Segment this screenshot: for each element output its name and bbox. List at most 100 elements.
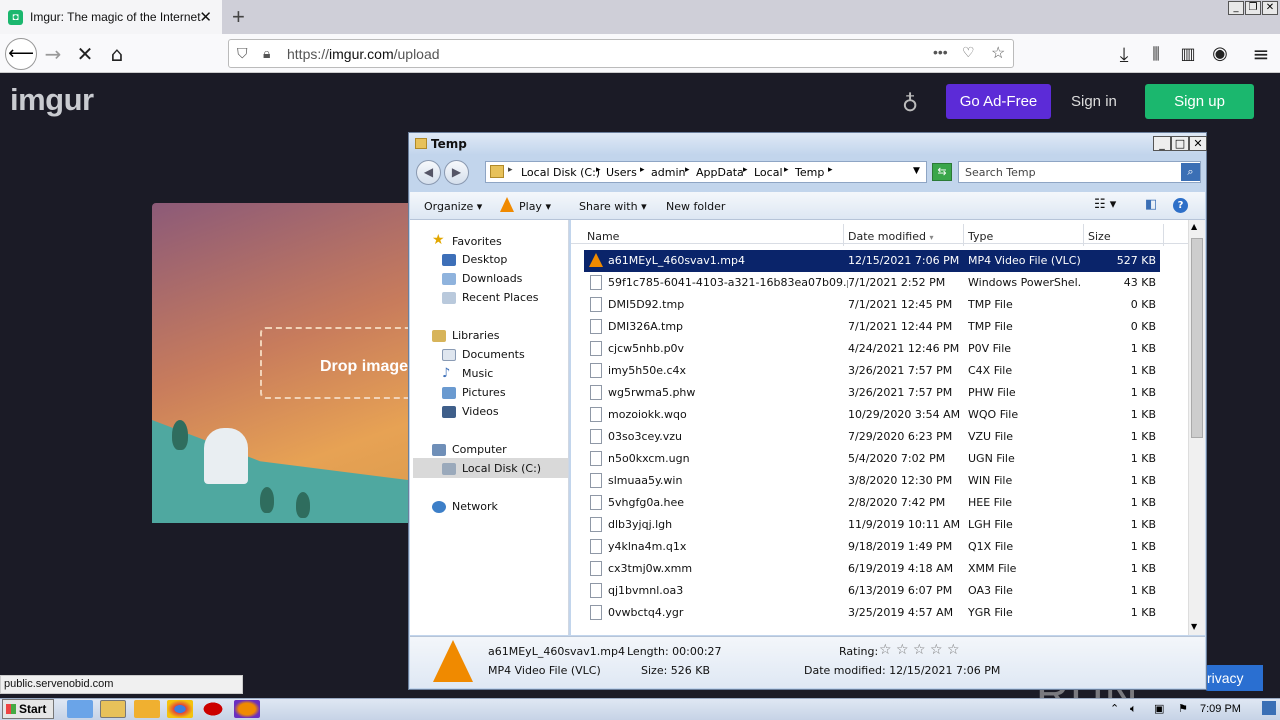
breadcrumb[interactable]: ▸ Local Disk (C:) ▸ Users ▸ admin ▸ AppD… <box>485 161 927 183</box>
file-row[interactable]: imy5h50e.c4x 3/26/2021 7:57 PM C4X File 1 K… <box>584 360 1160 382</box>
file-row[interactable]: wg5rwma5.phw 3/26/2021 7:57 PM PHW File 1 K… <box>584 382 1160 404</box>
vertical-scrollbar[interactable]: ▲ ▼ <box>1188 220 1205 635</box>
file-row[interactable]: 0vwbctq4.ygr 3/25/2019 4:57 AM YGR File 1 K… <box>584 602 1160 624</box>
nav-music[interactable]: ♪ Music <box>442 367 493 381</box>
tab-imgur[interactable]: ◘ Imgur: The magic of the Internet ✕ <box>0 0 222 34</box>
breadcrumb-item[interactable]: Temp <box>795 166 824 179</box>
chevron-right-icon[interactable]: ▸ <box>640 165 645 175</box>
nav-pictures[interactable]: Pictures <box>442 386 506 399</box>
view-options-icon[interactable]: ☷ ▾ <box>1094 197 1116 212</box>
share-with-button[interactable]: Share with ▾ <box>579 200 647 213</box>
nav-videos[interactable]: Videos <box>442 405 499 418</box>
file-row[interactable]: 59f1c785-6041-4103-a321-16b83ea07b09.ps1… <box>584 272 1160 294</box>
account-icon[interactable]: ◉ <box>1208 42 1232 66</box>
file-row[interactable]: qj1bvmnl.oa3 6/13/2019 6:07 PM OA3 File 1 K… <box>584 580 1160 602</box>
firefox-icon[interactable] <box>234 700 260 718</box>
url-bar[interactable]: ⛉ 🔒︎ https://imgur.com/upload ••• ♡ ☆ <box>228 39 1014 68</box>
sidebar-icon[interactable]: ▥ <box>1176 42 1200 66</box>
file-row[interactable]: cjcw5nhb.p0v 4/24/2021 12:46 PM P0V File 1 … <box>584 338 1160 360</box>
refresh-icon[interactable]: ⇆ <box>932 163 952 181</box>
column-date-modified[interactable]: Date modified ▾ <box>848 230 933 243</box>
nav-downloads[interactable]: Downloads <box>442 272 522 285</box>
file-row[interactable]: DMI326A.tmp 7/1/2021 12:44 PM TMP File 0 KB <box>584 316 1160 338</box>
column-size[interactable]: Size <box>1088 230 1111 243</box>
explorer-titlebar[interactable]: Temp <box>409 133 1206 155</box>
go-ad-free-button[interactable]: Go Ad-Free <box>946 84 1051 119</box>
show-desktop-icon[interactable] <box>1262 701 1276 715</box>
explorer-close-button[interactable]: ✕ <box>1189 136 1207 151</box>
chevron-right-icon[interactable]: ▸ <box>508 165 513 175</box>
media-player-icon[interactable] <box>134 700 160 718</box>
ie-icon[interactable] <box>67 700 93 718</box>
chevron-right-icon[interactable]: ▸ <box>685 165 690 175</box>
chevron-right-icon[interactable]: ▸ <box>743 165 748 175</box>
file-row[interactable]: mozoiokk.wqo 10/29/2020 3:54 AM WQO File 1 … <box>584 404 1160 426</box>
minimize-button[interactable]: _ <box>1228 1 1244 15</box>
forward-button[interactable]: → <box>41 42 65 66</box>
explorer-back-button[interactable]: ◀ <box>416 160 441 185</box>
nav-recent-places[interactable]: Recent Places <box>442 291 539 304</box>
file-row[interactable]: cx3tmj0w.xmm 6/19/2019 4:18 AM XMM File 1 K… <box>584 558 1160 580</box>
tab-close-icon[interactable]: ✕ <box>199 8 212 26</box>
new-folder-button[interactable]: New folder <box>666 200 725 213</box>
bookmark-star-icon[interactable]: ☆ <box>991 43 1005 63</box>
breadcrumb-item[interactable]: Users <box>606 166 637 179</box>
new-tab-button[interactable]: + <box>232 4 245 30</box>
notification-bulb-icon[interactable]: ♁ <box>902 92 918 117</box>
start-button[interactable]: Start <box>2 699 54 719</box>
nav-favorites[interactable]: ★ Favorites <box>432 233 502 248</box>
chrome-icon[interactable] <box>167 700 193 718</box>
tray-arrow-icon[interactable]: ⌃ <box>1110 702 1119 715</box>
help-icon[interactable]: ? <box>1173 198 1188 213</box>
nav-documents[interactable]: Documents <box>442 348 525 361</box>
search-icon[interactable]: ⌕ <box>1181 163 1200 181</box>
file-row[interactable]: a61MEyL_460svav1.mp4 12/15/2021 7:06 PM MP… <box>584 250 1160 272</box>
library-icon[interactable]: ⫼ <box>1144 42 1168 66</box>
search-input[interactable]: Search Temp <box>958 161 1201 183</box>
flag-icon[interactable]: ⚑ <box>1178 702 1188 715</box>
chevron-right-icon[interactable]: ▸ <box>784 165 789 175</box>
sign-in-link[interactable]: Sign in <box>1071 93 1117 110</box>
stop-button[interactable]: ✕ <box>73 42 97 66</box>
home-button[interactable]: ⌂ <box>105 42 129 66</box>
column-type[interactable]: Type <box>968 230 993 243</box>
nav-libraries[interactable]: Libraries <box>432 329 500 342</box>
organize-button[interactable]: Organize ▾ <box>424 200 482 213</box>
network-tray-icon[interactable]: ▣ <box>1154 702 1164 715</box>
explorer-minimize-button[interactable]: _ <box>1153 136 1171 151</box>
back-button[interactable]: ⟵ <box>5 38 37 70</box>
nav-computer[interactable]: Computer <box>432 443 507 456</box>
preview-pane-icon[interactable]: ◧ <box>1145 197 1157 212</box>
nav-network[interactable]: Network <box>432 500 498 513</box>
sign-up-button[interactable]: Sign up <box>1145 84 1254 119</box>
speaker-icon[interactable]: 🔈︎ <box>1130 702 1137 716</box>
breadcrumb-item[interactable]: Local Disk (C:) <box>521 166 600 179</box>
chevron-right-icon[interactable]: ▸ <box>596 165 601 175</box>
maximize-button[interactable]: ❐ <box>1245 1 1261 15</box>
file-row[interactable]: 03so3cey.vzu 7/29/2020 6:23 PM VZU File 1 K… <box>584 426 1160 448</box>
opera-icon[interactable] <box>200 700 226 718</box>
file-row[interactable]: slmuaa5y.win 3/8/2020 12:30 PM WIN File 1 K… <box>584 470 1160 492</box>
page-actions-icon[interactable]: ••• <box>933 44 948 60</box>
close-window-button[interactable]: ✕ <box>1262 1 1278 15</box>
explorer-forward-button[interactable]: ▶ <box>444 160 469 185</box>
drop-zone[interactable]: Drop image <box>260 327 430 399</box>
rating-stars[interactable]: ☆ ☆ ☆ ☆ ☆ <box>879 642 960 658</box>
clock[interactable]: 7:09 PM <box>1200 703 1241 715</box>
nav-local-disk[interactable]: Local Disk (C:) <box>442 462 541 475</box>
breadcrumb-item[interactable]: AppData <box>696 166 744 179</box>
column-name[interactable]: Name <box>587 230 619 243</box>
chevron-down-icon[interactable]: ▼ <box>913 166 920 176</box>
explorer-maximize-button[interactable]: □ <box>1171 136 1189 151</box>
file-row[interactable]: 5vhgfg0a.hee 2/8/2020 7:42 PM HEE File 1 KB <box>584 492 1160 514</box>
explorer-taskbar-icon[interactable] <box>100 700 126 718</box>
breadcrumb-item[interactable]: admin <box>651 166 685 179</box>
shield-icon[interactable]: ⛉ <box>237 45 248 62</box>
pocket-icon[interactable]: ♡ <box>962 44 975 61</box>
file-row[interactable]: n5o0kxcm.ugn 5/4/2020 7:02 PM UGN File 1 KB <box>584 448 1160 470</box>
file-row[interactable]: y4klna4m.q1x 9/18/2019 1:49 PM Q1X File 1 K… <box>584 536 1160 558</box>
menu-icon[interactable]: ≡ <box>1249 42 1273 66</box>
lock-icon[interactable]: 🔒︎ <box>263 45 270 62</box>
imgur-logo[interactable]: imgur <box>10 82 94 118</box>
chevron-right-icon[interactable]: ▸ <box>828 165 833 175</box>
